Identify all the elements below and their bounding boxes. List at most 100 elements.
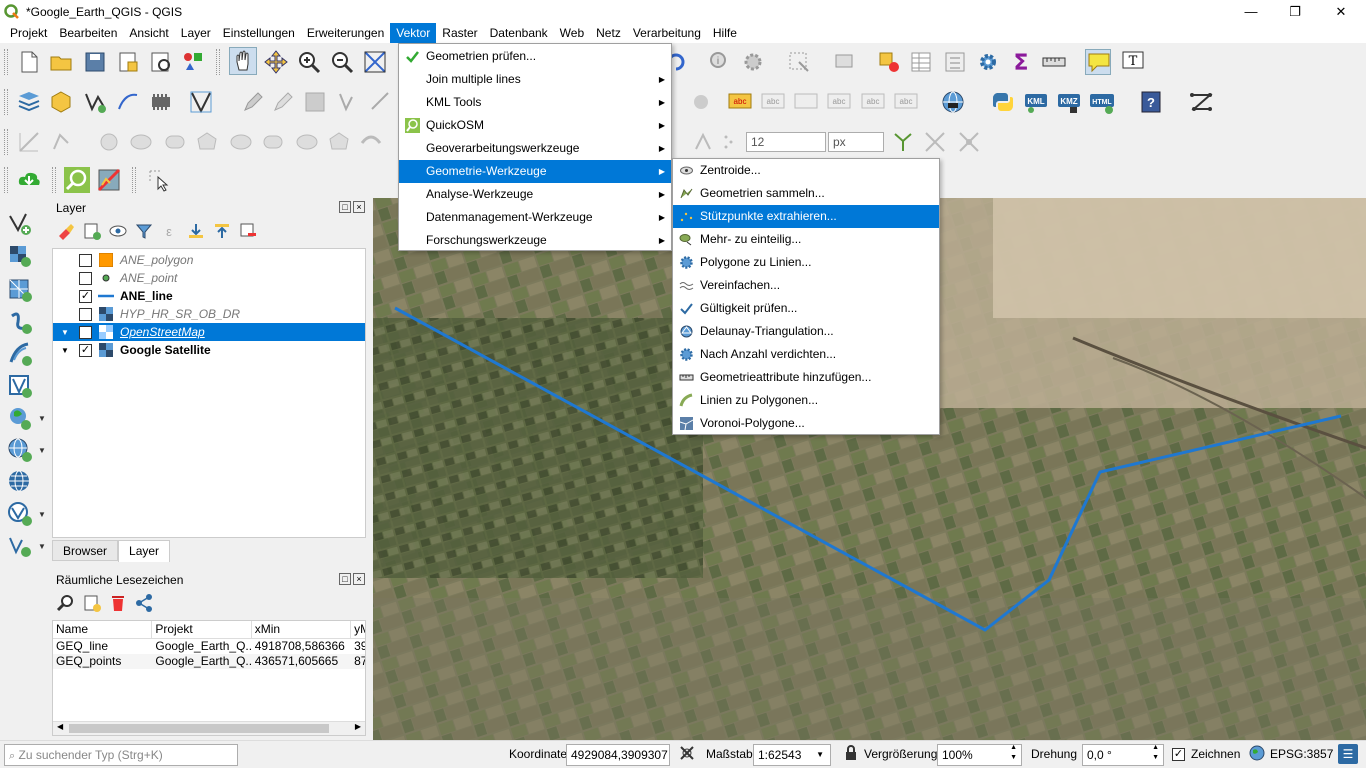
zoom-to-bookmark-icon[interactable]: [56, 593, 76, 613]
lock-scale-icon[interactable]: [844, 745, 858, 764]
topology-tool-icon[interactable]: [890, 129, 916, 155]
split-features-icon[interactable]: [294, 129, 320, 155]
add-delimited-text-icon[interactable]: [6, 308, 34, 336]
identify-features-icon[interactable]: i: [707, 49, 733, 75]
manage-visibility-icon[interactable]: [108, 221, 128, 241]
toolbar-grip[interactable]: [4, 89, 8, 115]
open-project-icon[interactable]: [48, 49, 74, 75]
close-button[interactable]: ✕: [1318, 0, 1364, 23]
zoom-out-icon[interactable]: [329, 49, 355, 75]
pan-map-icon[interactable]: [229, 47, 257, 75]
shape-rect-icon[interactable]: [162, 129, 188, 155]
layer-item[interactable]: HYP_HR_SR_OB_DR: [53, 305, 365, 323]
vertex-tool-icon[interactable]: [368, 89, 394, 115]
menu-raster[interactable]: Raster: [436, 23, 483, 43]
save-edits-icon[interactable]: [302, 89, 328, 115]
menu-item-geoprocessing[interactable]: Geoverarbeitungswerkzeuge ▶: [399, 137, 671, 160]
menu-item-check-validity[interactable]: Gültigkeit prüfen...: [673, 297, 939, 320]
column-header-xmin[interactable]: xMin: [252, 621, 352, 638]
chevron-down-icon[interactable]: ▼: [38, 414, 46, 423]
action-gear-icon[interactable]: [740, 49, 766, 75]
menu-erweiterungen[interactable]: Erweiterungen: [301, 23, 390, 43]
menu-item-delaunay[interactable]: Delaunay-Triangulation...: [673, 320, 939, 343]
new-temporary-layer-icon[interactable]: [115, 89, 141, 115]
add-feature-icon[interactable]: [336, 89, 362, 115]
trim-extend-icon[interactable]: [690, 129, 716, 155]
menu-vektor[interactable]: Vektor: [390, 23, 437, 43]
field-calculator-icon[interactable]: [942, 49, 968, 75]
label-move-icon[interactable]: abc: [826, 89, 852, 115]
menu-ansicht[interactable]: Ansicht: [123, 23, 174, 43]
globe-plugin-icon[interactable]: [940, 89, 966, 115]
map-tips-icon[interactable]: [1085, 49, 1111, 75]
menu-item-extract-vertices[interactable]: Stützpunkte extrahieren...: [673, 205, 939, 228]
horizontal-scrollbar[interactable]: ◀ ▶: [53, 721, 365, 735]
help-icon[interactable]: ?: [1138, 89, 1164, 115]
toolbar-grip[interactable]: [4, 167, 8, 193]
offset-curve-icon[interactable]: [260, 129, 286, 155]
scrollbar-thumb[interactable]: [69, 724, 329, 733]
menu-einstellungen[interactable]: Einstellungen: [217, 23, 301, 43]
rotation-field[interactable]: 0,0 ° ▲ ▼: [1082, 744, 1164, 766]
new-bookmark-icon[interactable]: [82, 593, 102, 613]
menu-item-check-geometry[interactable]: Geometrien prüfen...: [399, 45, 671, 68]
shape-ellipse-icon[interactable]: [128, 129, 154, 155]
menu-verarbeitung[interactable]: Verarbeitung: [627, 23, 707, 43]
add-vector-layer-icon[interactable]: [6, 210, 34, 238]
menu-hilfe[interactable]: Hilfe: [707, 23, 743, 43]
add-vector-layer-icon[interactable]: [188, 89, 214, 115]
scroll-left-icon[interactable]: ◀: [57, 722, 63, 731]
shape-polygon-icon[interactable]: [194, 129, 220, 155]
minimize-button[interactable]: —: [1228, 0, 1274, 23]
python-console-icon[interactable]: [990, 89, 1016, 115]
layer-item[interactable]: ▼ ✓ Google Satellite: [53, 341, 365, 359]
pan-to-selection-icon[interactable]: [263, 49, 289, 75]
menu-item-data-management[interactable]: Datenmanagement-Werkzeuge ▶: [399, 206, 671, 229]
label-change-icon[interactable]: abc: [893, 89, 919, 115]
collapse-all-icon[interactable]: [212, 221, 232, 241]
merge-features-icon[interactable]: [358, 129, 384, 155]
toolbar-grip[interactable]: [216, 49, 220, 75]
reshape-icon[interactable]: [228, 129, 254, 155]
chevron-down-icon[interactable]: ▼: [38, 510, 46, 519]
menu-web[interactable]: Web: [554, 23, 590, 43]
kmz-icon[interactable]: KMZ: [1056, 89, 1082, 115]
crs-globe-icon[interactable]: [1249, 745, 1265, 764]
scale-field[interactable]: 1:62543 ▼: [753, 744, 831, 766]
menu-item-research-tools[interactable]: Forschungswerkzeuge ▶: [399, 229, 671, 252]
add-mesh-layer-icon[interactable]: [6, 276, 34, 304]
label-tool-icon[interactable]: [688, 89, 714, 115]
menu-projekt[interactable]: Projekt: [4, 23, 53, 43]
layer-visibility-checkbox[interactable]: [79, 271, 92, 285]
toolbar-grip[interactable]: [4, 49, 8, 75]
menu-item-polygons-to-lines[interactable]: Polygone zu Linien...: [673, 251, 939, 274]
add-point-cloud-icon[interactable]: [6, 532, 34, 560]
menu-item-multi-to-single[interactable]: Mehr- zu einteilig...: [673, 228, 939, 251]
edit-pencil-icon[interactable]: [240, 89, 266, 115]
menu-item-add-geometry-attributes[interactable]: Geometrieattribute hinzufügen...: [673, 366, 939, 389]
add-spatialite-icon[interactable]: [6, 340, 34, 368]
quickosm-search-icon[interactable]: [64, 167, 90, 193]
processing-toolbox-gear-icon[interactable]: [975, 49, 1001, 75]
map-swipe-icon[interactable]: [96, 167, 122, 193]
tab-browser[interactable]: Browser: [52, 540, 119, 561]
chevron-down-icon[interactable]: ▼: [38, 446, 46, 455]
layer-visibility-checkbox[interactable]: ✓: [79, 289, 92, 303]
toolbar-grip[interactable]: [52, 167, 56, 193]
menu-item-join-lines[interactable]: Join multiple lines ▶: [399, 68, 671, 91]
kml-icon[interactable]: KML: [1023, 89, 1049, 115]
select-arrow-icon[interactable]: [146, 167, 172, 193]
label-abc-icon[interactable]: abc: [760, 89, 786, 115]
scroll-right-icon[interactable]: ▶: [355, 722, 361, 731]
close-panel-icon[interactable]: ×: [353, 201, 365, 213]
locator-search-input[interactable]: ⌕ Zu suchender Typ (Strg+K): [4, 744, 238, 766]
filter-expression-icon[interactable]: ε: [160, 221, 180, 241]
messages-icon[interactable]: ☰: [1338, 744, 1358, 764]
open-styling-panel-icon[interactable]: [56, 221, 76, 241]
style-manager-icon[interactable]: [180, 49, 206, 75]
expand-all-icon[interactable]: [186, 221, 206, 241]
snapping-dots-icon[interactable]: [718, 129, 744, 155]
layer-visibility-checkbox[interactable]: ✓: [79, 343, 92, 357]
chevron-down-icon[interactable]: ▼: [38, 542, 46, 551]
spin-arrows-icon[interactable]: ▲ ▼: [1152, 743, 1159, 763]
